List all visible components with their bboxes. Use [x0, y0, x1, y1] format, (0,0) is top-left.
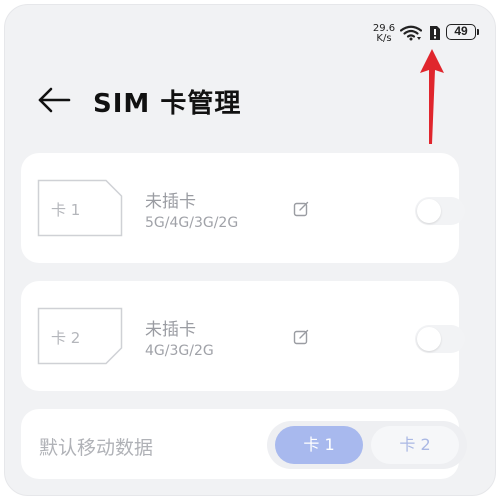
battery-tip	[477, 29, 479, 35]
sim-slot-label: 卡 2	[51, 329, 81, 347]
edit-icon[interactable]	[293, 201, 309, 217]
wifi-icon	[400, 25, 422, 41]
sim-2-toggle[interactable]	[415, 325, 465, 353]
battery-indicator: 49	[446, 24, 476, 40]
network-speed: 29.6 K/s	[369, 24, 399, 44]
sim-networks: 4G/3G/2G	[145, 343, 214, 359]
default-mobile-data-row: 默认移动数据 卡 1 卡 2	[21, 409, 467, 479]
toggle-knob	[417, 327, 441, 351]
sim-card-1[interactable]: 卡 1 未插卡 5G/4G/3G/2G	[21, 153, 465, 263]
sim-card-2[interactable]: 卡 2 未插卡 4G/3G/2G	[21, 281, 465, 391]
default-data-option-card-1[interactable]: 卡 1	[275, 426, 363, 464]
sim-status: 未插卡	[145, 192, 196, 212]
status-bar: 29.6 K/s 49	[5, 5, 495, 144]
default-data-selector: 卡 1 卡 2	[267, 421, 467, 469]
network-speed-unit: K/s	[376, 33, 392, 44]
phone-screen: 29.6 K/s 49 SIM 卡管理 卡 1 未插卡 5G/4G/3G/2G …	[4, 4, 496, 496]
back-arrow-icon[interactable]	[37, 87, 71, 113]
default-data-option-card-2[interactable]: 卡 2	[371, 426, 459, 464]
sim-1-toggle[interactable]	[415, 197, 465, 225]
default-mobile-data-label: 默认移动数据	[39, 437, 154, 459]
sim-status: 未插卡	[145, 320, 196, 340]
sim-alert-icon	[430, 26, 440, 40]
edit-icon[interactable]	[293, 329, 309, 345]
toggle-knob	[417, 199, 441, 223]
page-title: SIM 卡管理	[93, 89, 242, 119]
annotation-arrow-icon	[420, 49, 444, 144]
sim-networks: 5G/4G/3G/2G	[145, 215, 239, 231]
sim-slot-label: 卡 1	[51, 201, 81, 219]
